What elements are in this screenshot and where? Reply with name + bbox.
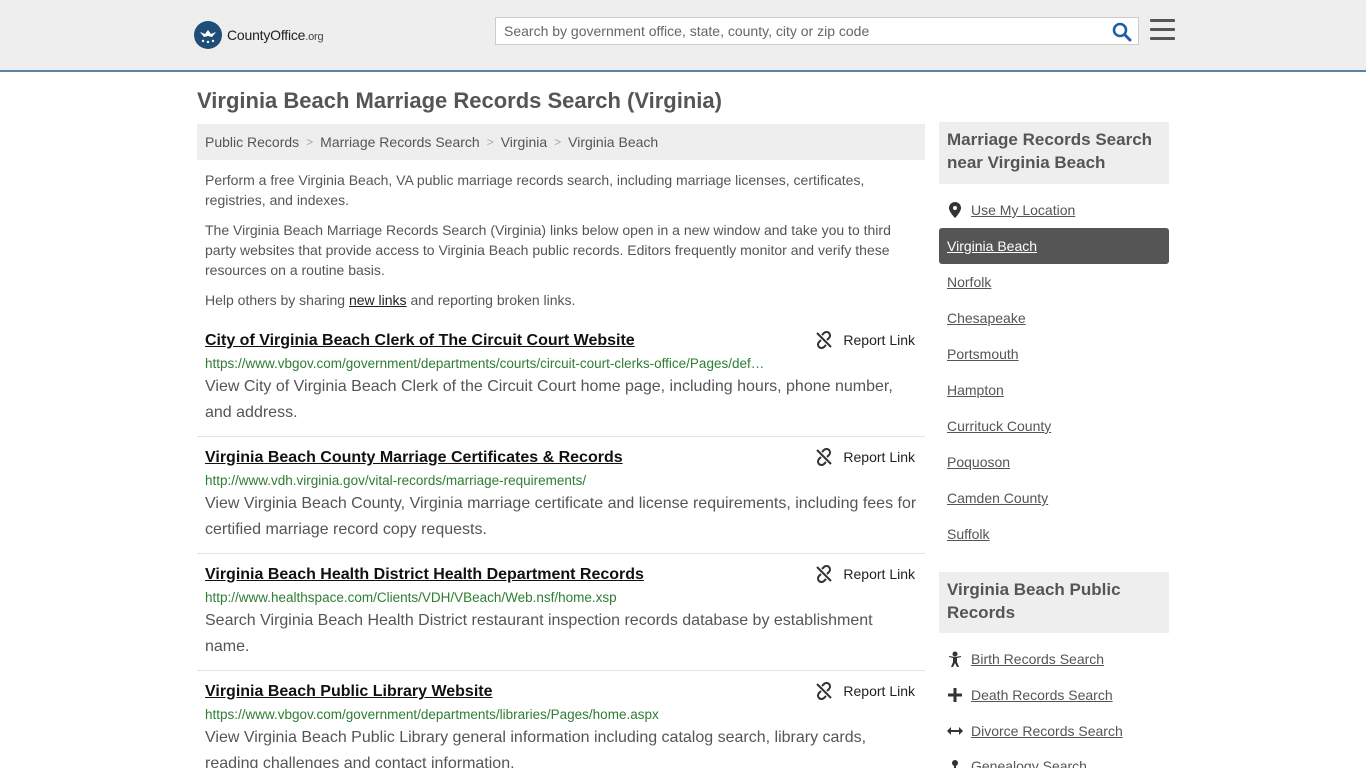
map-pin-icon (947, 202, 963, 218)
result-url[interactable]: http://www.vdh.virginia.gov/vital-record… (205, 473, 785, 489)
sidebar-item-label[interactable]: Portsmouth (947, 346, 1019, 362)
sidebar-item-camden-county[interactable]: Camden County (939, 480, 1169, 516)
result-title-link[interactable]: Virginia Beach Public Library Website (205, 682, 917, 702)
result-description: View Virginia Beach Public Library gener… (205, 729, 867, 768)
broken-link-icon (816, 682, 833, 700)
share-text: Help others by sharing (205, 292, 349, 308)
search-input[interactable] (496, 18, 1112, 44)
sidebar-item-label[interactable]: Chesapeake (947, 310, 1026, 326)
search-box (495, 17, 1139, 45)
sidebar-item-label[interactable]: Suffolk (947, 526, 990, 542)
result-title-link[interactable]: Virginia Beach Health District Health De… (205, 565, 917, 585)
report-link-button[interactable]: Report Link (815, 565, 915, 583)
breadcrumb-separator: > (554, 135, 562, 149)
site-logo[interactable]: CountyOffice.org (194, 20, 324, 50)
sidebar-item-divorce-records[interactable]: Divorce Records Search (939, 713, 1169, 749)
sidebar-item-label[interactable]: Divorce Records Search (971, 723, 1123, 739)
sidebar-item-death-records[interactable]: Death Records Search (939, 677, 1169, 713)
logo-eagle-icon (194, 21, 222, 49)
broken-link-icon (816, 448, 833, 466)
broken-link-icon (816, 331, 833, 349)
report-link-label: Report Link (843, 683, 915, 699)
result-title-link[interactable]: City of Virginia Beach Clerk of The Circ… (205, 331, 917, 351)
result-item: City of Virginia Beach Clerk of The Circ… (197, 321, 925, 437)
logo-tld: .org (305, 31, 324, 43)
page-title: Virginia Beach Marriage Records Search (… (197, 88, 722, 113)
result-description: Search Virginia Beach Health District re… (205, 612, 873, 655)
site-header: CountyOffice.org (0, 0, 1366, 72)
result-item: Virginia Beach Public Library Website ht… (197, 672, 925, 768)
result-title-link[interactable]: Virginia Beach County Marriage Certifica… (205, 448, 917, 468)
sidebar-item-label[interactable]: Currituck County (947, 418, 1051, 434)
result-url[interactable]: https://www.vbgov.com/government/departm… (205, 356, 785, 372)
cross-icon (947, 687, 963, 703)
sidebar-item-norfolk[interactable]: Norfolk (939, 264, 1169, 300)
sidebar-item-portsmouth[interactable]: Portsmouth (939, 336, 1169, 372)
public-records-heading: Virginia Beach Public Records (939, 572, 1169, 633)
report-link-button[interactable]: Report Link (815, 448, 915, 466)
report-link-label: Report Link (843, 332, 915, 348)
sidebar-item-birth-records[interactable]: Birth Records Search (939, 641, 1169, 677)
share-text-end: and reporting broken links. (406, 292, 576, 308)
sidebar-item-label[interactable]: Hampton (947, 382, 1004, 398)
result-item: Virginia Beach Health District Health De… (197, 555, 925, 671)
breadcrumb-marriage-records-search[interactable]: Marriage Records Search (320, 134, 480, 150)
logo-name: CountyOffice (227, 27, 306, 43)
share-paragraph: Help others by sharing new links and rep… (205, 290, 905, 310)
sidebar-item-suffolk[interactable]: Suffolk (939, 516, 1169, 552)
logo-text: CountyOffice.org (227, 27, 324, 43)
search-icon[interactable] (1112, 22, 1132, 42)
use-location-item[interactable]: Use My Location (939, 192, 1169, 228)
sidebar-item-chesapeake[interactable]: Chesapeake (939, 300, 1169, 336)
report-link-button[interactable]: Report Link (815, 331, 915, 349)
sidebar-item-label[interactable]: Genealogy Search (971, 758, 1087, 768)
sidebar-item-genealogy-search[interactable]: Genealogy Search (939, 749, 1169, 768)
sidebar-item-label[interactable]: Virginia Beach (947, 238, 1037, 254)
intro-paragraph: Perform a free Virginia Beach, VA public… (205, 172, 865, 208)
sidebar-item-label[interactable]: Poquoson (947, 454, 1010, 470)
new-links-link[interactable]: new links (349, 292, 407, 308)
sidebar-item-label[interactable]: Birth Records Search (971, 651, 1104, 667)
report-link-label: Report Link (843, 449, 915, 465)
split-arrows-icon (947, 723, 963, 739)
result-url[interactable]: http://www.healthspace.com/Clients/VDH/V… (205, 590, 785, 606)
breadcrumb-public-records[interactable]: Public Records (205, 134, 299, 150)
baby-icon (947, 651, 963, 667)
sidebar-item-label[interactable]: Death Records Search (971, 687, 1113, 703)
result-description: View Virginia Beach County, Virginia mar… (205, 495, 917, 538)
breadcrumb-virginia[interactable]: Virginia (501, 134, 547, 150)
breadcrumb-virginia-beach[interactable]: Virginia Beach (568, 134, 658, 150)
sidebar-item-currituck-county[interactable]: Currituck County (939, 408, 1169, 444)
disclaimer-paragraph: The Virginia Beach Marriage Records Sear… (205, 222, 891, 278)
breadcrumb-separator: > (486, 135, 494, 149)
report-link-button[interactable]: Report Link (815, 682, 915, 700)
breadcrumb: Public Records > Marriage Records Search… (197, 124, 925, 160)
result-description: View City of Virginia Beach Clerk of the… (205, 378, 893, 421)
breadcrumb-separator: > (306, 135, 314, 149)
result-item: Virginia Beach County Marriage Certifica… (197, 438, 925, 554)
broken-link-icon (816, 565, 833, 583)
sidebar-item-virginia-beach[interactable]: Virginia Beach (939, 228, 1169, 264)
nearby-heading: Marriage Records Search near Virginia Be… (939, 122, 1169, 184)
hamburger-menu-icon[interactable] (1150, 19, 1175, 43)
sidebar-item-hampton[interactable]: Hampton (939, 372, 1169, 408)
sidebar-item-poquoson[interactable]: Poquoson (939, 444, 1169, 480)
sidebar-item-label[interactable]: Camden County (947, 490, 1048, 506)
tree-icon (947, 758, 963, 768)
sidebar-item-label[interactable]: Norfolk (947, 274, 991, 290)
result-url[interactable]: https://www.vbgov.com/government/departm… (205, 707, 785, 723)
use-location-link[interactable]: Use My Location (971, 202, 1075, 218)
report-link-label: Report Link (843, 566, 915, 582)
